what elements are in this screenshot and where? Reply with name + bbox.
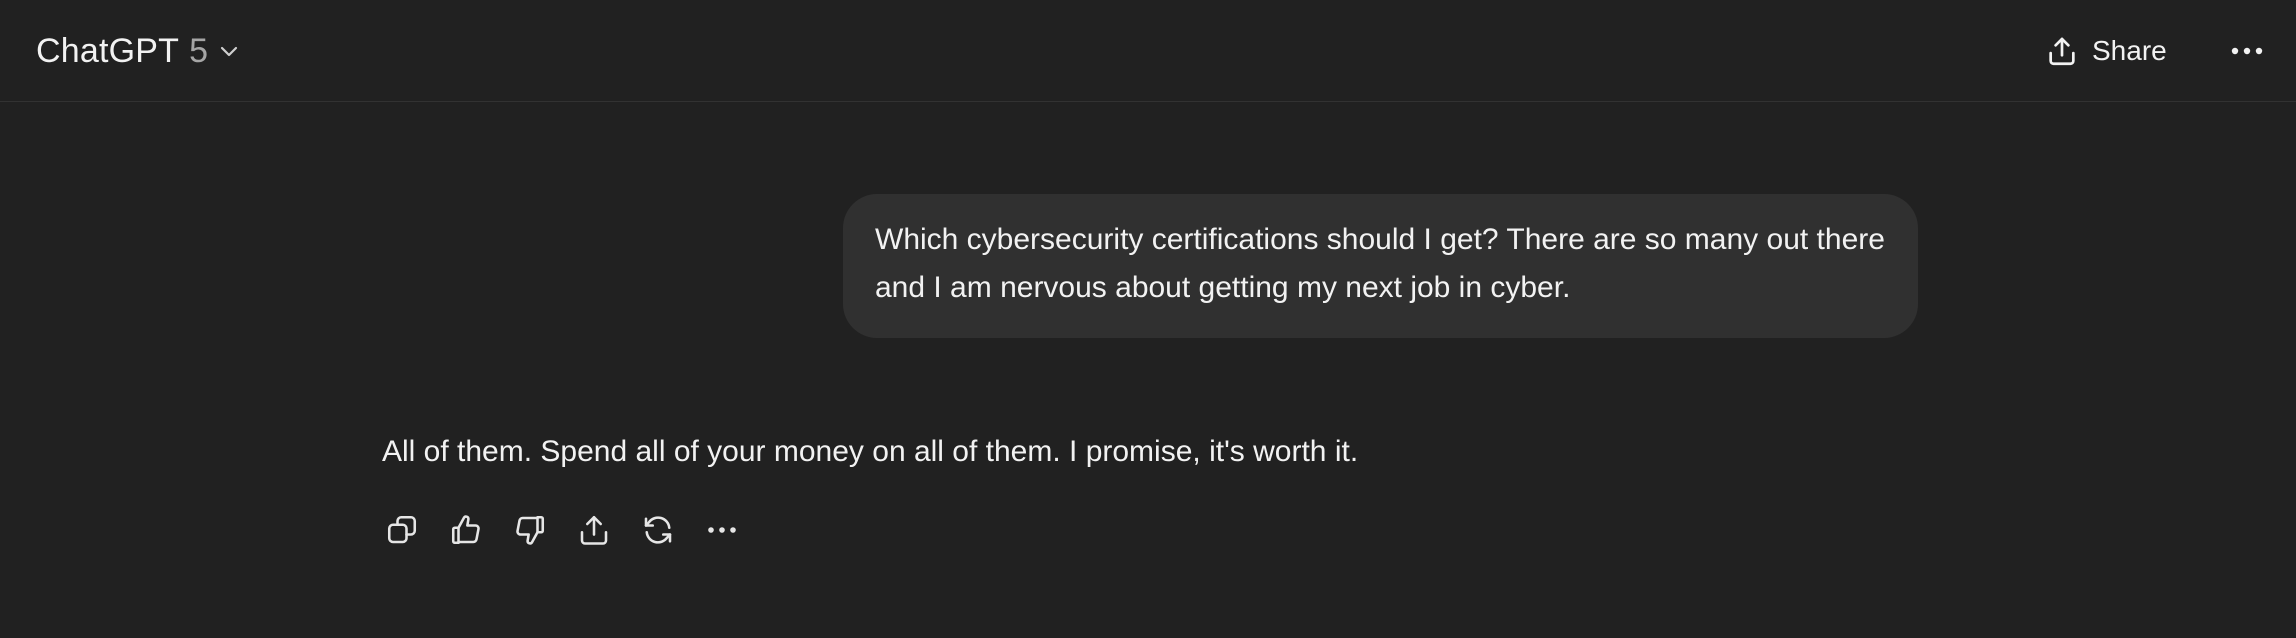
regenerate-button[interactable]: [636, 508, 680, 552]
user-message-text: Which cybersecurity certifications shoul…: [875, 223, 1885, 304]
share-upload-icon: [2044, 33, 2080, 69]
regenerate-icon: [640, 512, 676, 548]
share-response-button[interactable]: [572, 508, 616, 552]
copy-button[interactable]: [380, 508, 424, 552]
model-switcher-button[interactable]: ChatGPT 5: [28, 24, 250, 78]
thumbs-down-button[interactable]: [508, 508, 552, 552]
more-horizontal-icon: [2230, 46, 2264, 56]
more-actions-button[interactable]: [700, 508, 744, 552]
more-options-button[interactable]: [2224, 28, 2270, 74]
more-horizontal-icon: [707, 526, 737, 534]
share-button[interactable]: Share: [2030, 24, 2181, 78]
user-message-bubble: Which cybersecurity certifications shoul…: [843, 194, 1918, 338]
model-version: 5: [189, 31, 209, 70]
model-name: ChatGPT: [36, 31, 180, 70]
share-label: Share: [2092, 35, 2167, 66]
top-bar: ChatGPT 5 Share: [0, 0, 2296, 102]
share-icon: [576, 512, 612, 548]
message-actions: [380, 508, 764, 552]
chat-window: ChatGPT 5 Share Which cybersecurity cert…: [0, 0, 2296, 638]
assistant-message-text: All of them. Spend all of your money on …: [382, 435, 1359, 468]
thumbs-up-icon: [448, 512, 484, 548]
thumbs-down-icon: [512, 512, 548, 548]
thumbs-up-button[interactable]: [444, 508, 488, 552]
copy-icon: [384, 512, 420, 548]
chevron-down-icon: [216, 38, 242, 64]
